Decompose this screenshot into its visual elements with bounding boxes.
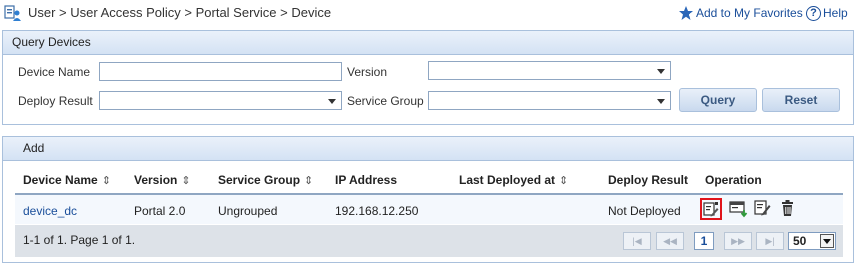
- service-group-label: Service Group: [347, 94, 424, 108]
- deploy-result-cell: Not Deployed: [608, 204, 681, 218]
- current-page-button[interactable]: 1: [694, 232, 714, 250]
- deploy-icon[interactable]: [700, 198, 722, 220]
- previous-page-button[interactable]: ◀◀: [656, 232, 684, 250]
- chevron-down-icon: [657, 99, 665, 104]
- device-name-link[interactable]: device_dc: [23, 204, 77, 218]
- device-name-label: Device Name: [18, 65, 91, 79]
- version-label: Version: [347, 65, 388, 79]
- version-select[interactable]: [428, 61, 671, 80]
- query-devices-title: Query Devices: [3, 31, 853, 55]
- sort-icon: ⇕: [559, 175, 569, 187]
- column-header-label: Version: [134, 173, 178, 187]
- version-cell: Portal 2.0: [134, 204, 186, 218]
- service-group-select[interactable]: [428, 91, 671, 110]
- query-button[interactable]: Query: [679, 88, 757, 112]
- column-header-version[interactable]: Version ⇕: [134, 173, 191, 187]
- column-header-label: Last Deployed at: [459, 173, 556, 187]
- reset-button[interactable]: Reset: [762, 88, 840, 112]
- pagination-summary: 1-1 of 1. Page 1 of 1.: [23, 233, 136, 247]
- column-header-ip-address: IP Address: [335, 173, 398, 187]
- chevron-down-icon: [328, 99, 336, 104]
- pagination-bar: 1-1 of 1. Page 1 of 1. |◀ ◀◀ 1 ▶▶ ▶| 50: [15, 225, 843, 257]
- deploy-result-select[interactable]: [99, 91, 342, 110]
- column-header-service-group[interactable]: Service Group ⇕: [218, 173, 313, 187]
- column-header-label: Device Name: [23, 173, 98, 187]
- delete-icon[interactable]: [778, 198, 800, 220]
- add-device-button[interactable]: Add: [3, 137, 853, 161]
- help-icon: ?: [806, 5, 821, 21]
- add-to-favorites-link[interactable]: Add to My Favorites: [678, 4, 803, 22]
- chevron-down-icon: [657, 69, 665, 74]
- export-icon[interactable]: [729, 198, 751, 220]
- column-header-deploy-result: Deploy Result: [608, 173, 689, 187]
- breadcrumb: User > User Access Policy > Portal Servi…: [28, 5, 332, 20]
- column-header-operation: Operation: [705, 173, 762, 187]
- device-list-panel: Add Device Name ⇕ Version ⇕ Service Group ⇕…: [2, 136, 854, 263]
- sort-icon: ⇕: [181, 175, 191, 187]
- next-page-button[interactable]: ▶▶: [724, 232, 752, 250]
- sort-icon: ⇕: [304, 175, 314, 187]
- deploy-result-label: Deploy Result: [18, 94, 93, 108]
- help-link[interactable]: ? Help: [806, 4, 848, 22]
- page-size-select[interactable]: 50: [788, 232, 836, 250]
- last-page-button[interactable]: ▶|: [756, 232, 784, 250]
- column-header-device-name[interactable]: Device Name ⇕: [23, 173, 111, 187]
- sort-icon: ⇕: [101, 175, 111, 187]
- service-group-cell: Ungrouped: [218, 204, 278, 218]
- page-size-value: 50: [793, 234, 807, 248]
- first-page-button[interactable]: |◀: [623, 232, 651, 250]
- help-label: Help: [823, 6, 848, 20]
- ip-address-cell: 192.168.12.250: [335, 204, 419, 218]
- favorites-label: Add to My Favorites: [696, 6, 803, 20]
- user-access-icon: [4, 4, 22, 22]
- edit-icon[interactable]: [753, 198, 775, 220]
- query-devices-panel: Query Devices Device Name Version Deploy…: [2, 30, 854, 125]
- chevron-down-icon: [820, 234, 834, 248]
- device-name-input[interactable]: [99, 62, 342, 81]
- column-header-last-deployed[interactable]: Last Deployed at ⇕: [459, 173, 568, 187]
- favorite-star-icon: [679, 6, 693, 20]
- column-header-label: Service Group: [218, 173, 301, 187]
- top-bar: User > User Access Policy > Portal Servi…: [0, 0, 856, 26]
